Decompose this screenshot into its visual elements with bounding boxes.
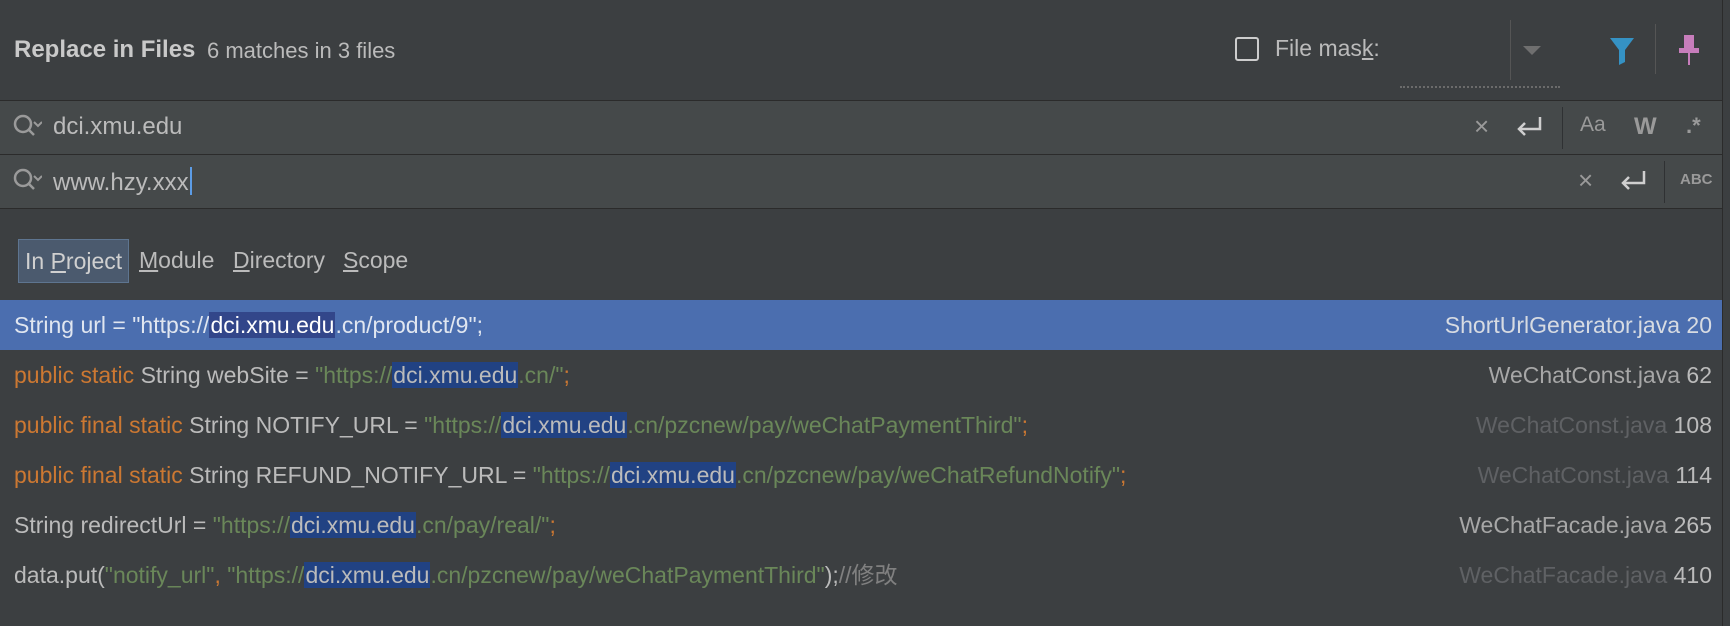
preserve-case-icon[interactable]: ABC xyxy=(1680,171,1713,188)
scope-tabs: In Project Module Directory Scope xyxy=(0,209,1722,300)
code-token: String redirectUrl = xyxy=(14,512,213,538)
match-highlight: dci.xmu.edu xyxy=(501,412,628,438)
result-file-location: WeChatFacade.java 265 xyxy=(1459,500,1712,550)
code-token: //修改 xyxy=(838,562,898,588)
regex-icon[interactable]: .* xyxy=(1686,113,1701,139)
result-file-name: WeChatFacade.java xyxy=(1459,562,1668,588)
code-token: "https:// xyxy=(424,412,502,438)
replace-input[interactable]: www.hzy.xxx xyxy=(53,167,192,197)
code-token: .cn/pzcnew/pay/weChatPaymentThird" xyxy=(430,562,825,588)
match-case-icon[interactable]: Aa xyxy=(1580,113,1606,137)
replace-in-files-dialog: Replace in Files 6 matches in 3 files Fi… xyxy=(0,0,1723,626)
result-code: String redirectUrl = "https://dci.xmu.ed… xyxy=(14,500,556,550)
result-row[interactable]: data.put("notify_url", "https://dci.xmu.… xyxy=(0,550,1722,600)
tab-in-project[interactable]: In Project xyxy=(18,239,130,283)
result-line-number: 108 xyxy=(1673,412,1712,438)
new-line-icon[interactable] xyxy=(1618,165,1648,195)
replace-row: www.hzy.xxx × ABC xyxy=(0,155,1722,209)
code-token: ; xyxy=(563,362,570,388)
result-file-name: ShortUrlGenerator.java xyxy=(1444,312,1681,338)
result-code: data.put("notify_url", "https://dci.xmu.… xyxy=(14,550,898,600)
result-line-number: 114 xyxy=(1675,462,1712,488)
results-list: String url = "https://dci.xmu.edu.cn/pro… xyxy=(0,300,1722,626)
result-row[interactable]: public static String webSite = "https://… xyxy=(0,350,1722,400)
code-token: String REFUND_NOTIFY_URL = xyxy=(189,462,533,488)
code-token: String webSite = xyxy=(140,362,316,388)
result-code: public final static String REFUND_NOTIFY… xyxy=(14,450,1126,500)
tab-module[interactable]: Module xyxy=(133,239,220,281)
code-token: .cn/" xyxy=(518,362,564,388)
result-code: String url = "https://dci.xmu.edu.cn/pro… xyxy=(14,300,483,350)
result-line-number: 62 xyxy=(1686,362,1712,388)
chevron-down-icon[interactable] xyxy=(1523,46,1541,55)
match-count: 6 matches in 3 files xyxy=(207,38,396,63)
search-row: dci.xmu.edu × Aa W .* xyxy=(0,101,1722,155)
code-token: public final static xyxy=(14,462,190,488)
result-file-name: WeChatConst.java xyxy=(1475,412,1668,438)
result-row[interactable]: public final static String REFUND_NOTIFY… xyxy=(0,450,1722,500)
code-token: String NOTIFY_URL = xyxy=(189,412,425,438)
result-row[interactable]: String redirectUrl = "https://dci.xmu.ed… xyxy=(0,500,1722,550)
code-token: .cn/pay/real/" xyxy=(415,512,550,538)
file-mask-label[interactable]: File mask: xyxy=(1275,35,1380,62)
result-row[interactable]: String url = "https://dci.xmu.edu.cn/pro… xyxy=(0,300,1722,350)
result-file-location: WeChatConst.java 62 xyxy=(1489,350,1712,400)
result-file-name: WeChatConst.java xyxy=(1488,362,1681,388)
code-token: .cn/pzcnew/pay/weChatRefundNotify" xyxy=(735,462,1120,488)
result-file-location: WeChatConst.java 114 xyxy=(1478,450,1712,500)
code-token: .cn/pzcnew/pay/weChatPaymentThird" xyxy=(627,412,1022,438)
code-token: ; xyxy=(549,512,556,538)
match-highlight: dci.xmu.edu xyxy=(609,462,736,488)
result-file-location: WeChatFacade.java 410 xyxy=(1459,550,1712,600)
clear-search-icon[interactable]: × xyxy=(1474,111,1489,142)
result-file-location: ShortUrlGenerator.java 20 xyxy=(1445,300,1712,350)
dialog-header: Replace in Files 6 matches in 3 files Fi… xyxy=(0,0,1722,101)
code-token: "https:// xyxy=(212,512,290,538)
code-token: "notify_url" xyxy=(104,562,215,588)
options-divider xyxy=(1664,161,1665,203)
clear-replace-icon[interactable]: × xyxy=(1578,165,1593,196)
replace-history-icon[interactable] xyxy=(12,167,42,195)
code-token: ); xyxy=(824,562,839,588)
filter-icon[interactable] xyxy=(1609,36,1635,66)
dialog-title: Replace in Files xyxy=(14,36,196,63)
search-input[interactable]: dci.xmu.edu xyxy=(53,113,182,141)
new-line-icon[interactable] xyxy=(1514,111,1544,141)
code-token: ; xyxy=(1021,412,1028,438)
result-row[interactable]: public final static String NOTIFY_URL = … xyxy=(0,400,1722,450)
match-highlight: dci.xmu.edu xyxy=(209,312,336,338)
result-code: public static String webSite = "https://… xyxy=(14,350,570,400)
tab-scope[interactable]: Scope xyxy=(337,239,414,281)
code-token: public static xyxy=(14,362,141,388)
replace-value: www.hzy.xxx xyxy=(53,169,189,196)
match-highlight: dci.xmu.edu xyxy=(304,562,431,588)
result-code: public final static String NOTIFY_URL = … xyxy=(14,400,1028,450)
options-divider xyxy=(1562,107,1563,149)
header-divider xyxy=(1655,24,1656,74)
match-highlight: dci.xmu.edu xyxy=(289,512,416,538)
words-icon[interactable]: W xyxy=(1634,113,1657,141)
result-line-number: 265 xyxy=(1673,512,1712,538)
code-token: .cn/product/9"; xyxy=(335,312,483,338)
code-token: "https:// xyxy=(227,562,305,588)
code-token: String url = "https:// xyxy=(14,312,210,338)
combo-divider xyxy=(1510,20,1511,80)
code-token: "https:// xyxy=(532,462,610,488)
result-line-number: 410 xyxy=(1673,562,1712,588)
code-token: "https:// xyxy=(315,362,393,388)
code-token: , xyxy=(214,562,228,588)
result-file-location: WeChatConst.java 108 xyxy=(1476,400,1712,450)
code-token: data.put( xyxy=(14,562,105,588)
match-highlight: dci.xmu.edu xyxy=(392,362,519,388)
code-token: public final static xyxy=(14,412,190,438)
tab-directory[interactable]: Directory xyxy=(227,239,331,281)
pin-icon[interactable] xyxy=(1676,34,1702,66)
file-mask-checkbox[interactable] xyxy=(1235,37,1259,61)
result-file-name: WeChatFacade.java xyxy=(1459,512,1668,538)
result-line-number: 20 xyxy=(1686,312,1712,338)
text-caret xyxy=(189,167,192,195)
result-file-name: WeChatConst.java xyxy=(1477,462,1669,488)
search-history-icon[interactable] xyxy=(12,113,42,141)
code-token: ; xyxy=(1119,462,1127,488)
